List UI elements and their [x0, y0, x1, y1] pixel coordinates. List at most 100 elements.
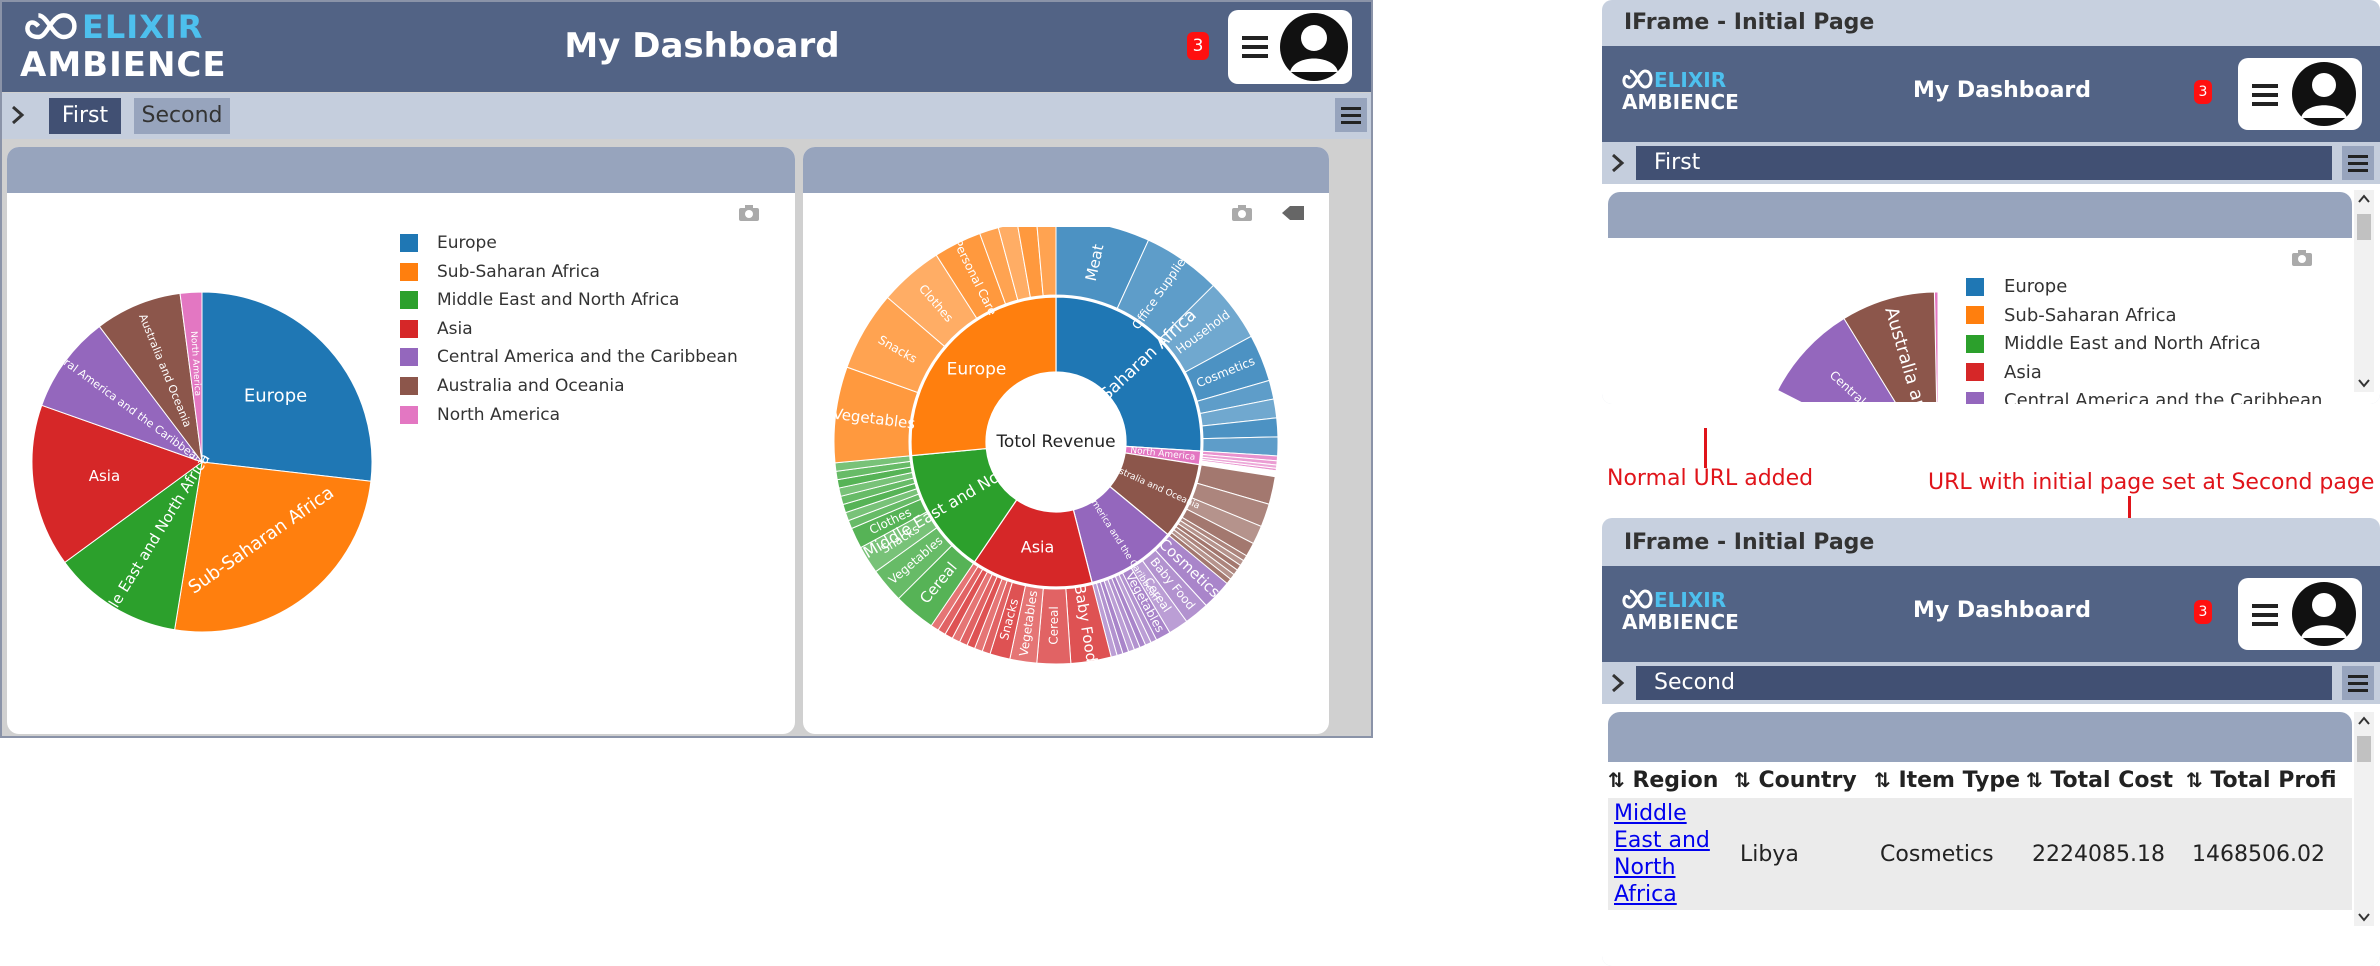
- main-dashboard-window: ELIXIR AMBIENCE My Dashboard 3 First Sec…: [0, 0, 1373, 738]
- sort-icon[interactable]: ⇅: [1734, 768, 1751, 792]
- legend-label: Middle East and North Africa: [2004, 333, 2261, 354]
- legend-item[interactable]: Europe: [400, 233, 497, 253]
- table-cell: Libya: [1740, 841, 1799, 867]
- table-cell: 1468506.02: [2192, 841, 2325, 867]
- legend-swatch: [400, 348, 418, 367]
- legend-item[interactable]: Asia: [1966, 362, 2042, 383]
- legend-swatch: [1966, 391, 1984, 404]
- legend-label: Middle East and North Africa: [437, 290, 680, 311]
- tab-second[interactable]: Second: [134, 98, 230, 134]
- tab-second[interactable]: Second: [1636, 666, 2332, 700]
- legend-label: Europe: [437, 233, 497, 253]
- pie-slice-label: Asia: [89, 467, 120, 485]
- legend-swatch: [400, 234, 418, 252]
- header-label: Region: [1632, 767, 1719, 793]
- chevron-right-icon[interactable]: [1608, 673, 1628, 693]
- iframe-window-second: IFrame - Initial Page ELIXIR AMBIENCE My…: [1602, 518, 2380, 966]
- hamburger-menu-icon[interactable]: [1335, 98, 1367, 132]
- user-menu[interactable]: [1228, 10, 1352, 84]
- camera-icon[interactable]: [737, 203, 761, 223]
- annotation-left: Normal URL added: [1607, 466, 1814, 491]
- tab-first[interactable]: First: [1636, 146, 2332, 180]
- legend-swatch: [1966, 277, 1984, 296]
- user-menu[interactable]: [2238, 578, 2362, 650]
- panel-header: [7, 147, 795, 193]
- column-header-country[interactable]: ⇅ Country: [1734, 762, 1874, 798]
- sort-icon[interactable]: ⇅: [2026, 768, 2043, 792]
- iframe-content: Australia andCentral Am Europe Sub-Sahara…: [1602, 184, 2380, 404]
- scrollbar-arrows-icon[interactable]: [2354, 190, 2374, 392]
- iframe-title: IFrame - Initial Page: [1624, 530, 1875, 555]
- infinity-logo-icon: [25, 13, 77, 40]
- table-panel: ⇅ Region ⇅ Country ⇅ Item Type ⇅ Total C…: [1608, 712, 2352, 928]
- sunburst-center-label: Totol Revenue: [995, 432, 1115, 452]
- iframe-header-bar: ELIXIR AMBIENCE My Dashboard 3: [1602, 46, 2380, 142]
- column-header-item-type[interactable]: ⇅ Item Type: [1874, 762, 2026, 798]
- legend-label: Central America and the Caribbean: [437, 347, 738, 368]
- legend-swatch: [400, 291, 418, 310]
- notification-badge[interactable]: 3: [1187, 32, 1209, 60]
- scrollbar[interactable]: [2354, 712, 2374, 926]
- legend-swatch: [1966, 306, 1984, 324]
- legend-item[interactable]: Asia: [400, 319, 473, 339]
- tab-first[interactable]: First: [49, 98, 121, 134]
- chevron-right-icon[interactable]: [8, 105, 28, 125]
- logo-text-line1: ELIXIR: [1654, 588, 1727, 612]
- iframe-header-bar: ELIXIR AMBIENCE My Dashboard 3: [1602, 566, 2380, 662]
- column-header-total-cost[interactable]: ⇅ Total Cost: [2026, 762, 2186, 798]
- hamburger-menu-icon[interactable]: [2342, 146, 2374, 180]
- reset-tag-icon[interactable]: [1280, 203, 1306, 223]
- notification-badge[interactable]: 3: [2194, 80, 2212, 104]
- column-header-total-profit[interactable]: ⇅ Total Profi: [2186, 762, 2352, 798]
- chevron-right-icon[interactable]: [1608, 153, 1628, 173]
- menu-icon[interactable]: [2238, 58, 2362, 130]
- scrollbar-arrows-icon[interactable]: [2354, 712, 2374, 926]
- legend-swatch: [1966, 334, 1984, 353]
- pie-slice[interactable]: [174, 461, 372, 633]
- hamburger-menu-icon[interactable]: [2342, 666, 2374, 700]
- tab-bar: Second: [1602, 662, 2380, 704]
- sort-icon[interactable]: ⇅: [1874, 768, 1891, 792]
- user-menu[interactable]: [2238, 58, 2362, 130]
- pie-chart-partial[interactable]: Australia andCentral Am: [1738, 272, 1938, 402]
- menu-icon[interactable]: [1228, 10, 1352, 84]
- infinity-logo-icon: [1622, 69, 1653, 89]
- region-link[interactable]: Middle East and North Africa: [1614, 801, 1710, 907]
- sort-icon[interactable]: ⇅: [1608, 768, 1625, 792]
- legend-label: Europe: [2004, 276, 2068, 297]
- legend-item[interactable]: North America: [400, 405, 560, 425]
- pie-chart[interactable]: EuropeSub-Saharan AfricaMiddle East and …: [27, 277, 387, 677]
- data-table: ⇅ Region ⇅ Country ⇅ Item Type ⇅ Total C…: [1608, 762, 2352, 910]
- page-title: My Dashboard: [1912, 78, 2092, 103]
- legend-item[interactable]: Sub-Saharan Africa: [400, 262, 600, 282]
- page-title: My Dashboard: [1912, 598, 2092, 623]
- legend-item[interactable]: Central America and the Caribbean: [400, 347, 738, 367]
- sunburst-outer-label: Cereal: [1046, 606, 1060, 645]
- legend-item[interactable]: Sub-Saharan Africa: [1966, 305, 2177, 326]
- logo-text-line2: AMBIENCE: [1622, 90, 1739, 114]
- menu-icon[interactable]: [2238, 578, 2362, 650]
- legend-label: Australia and Oceania: [437, 376, 625, 396]
- table-row: Middle East and North Africa Libya Cosme…: [1608, 798, 2352, 910]
- legend-label: Central America and the Caribbean: [2004, 390, 2323, 404]
- legend-item[interactable]: Europe: [1966, 276, 2067, 297]
- notification-badge[interactable]: 3: [2194, 600, 2212, 624]
- column-header-region[interactable]: ⇅ Region: [1608, 762, 1734, 798]
- camera-icon[interactable]: [1230, 203, 1254, 223]
- legend-item[interactable]: Middle East and North Africa: [400, 290, 679, 310]
- legend-swatch: [400, 319, 418, 338]
- pie-chart-panel: Europe Sub-Saharan Africa Middle East and …: [7, 147, 795, 734]
- sort-icon[interactable]: ⇅: [2186, 768, 2203, 792]
- legend-item[interactable]: Australia and Oceania: [400, 376, 625, 396]
- scrollbar[interactable]: [2354, 190, 2374, 392]
- camera-icon[interactable]: [2290, 248, 2314, 268]
- legend-label: North America: [437, 404, 561, 425]
- table-cell-region[interactable]: Middle East and North Africa: [1608, 798, 1734, 910]
- legend-label: Sub-Saharan Africa: [437, 261, 600, 282]
- legend-item[interactable]: Central America and the Caribbean: [1966, 390, 2322, 404]
- legend-label: Asia: [437, 318, 473, 339]
- sunburst-chart[interactable]: Meat Office SuppliesHouseholdCosmeticsSub…: [803, 227, 1329, 707]
- header-label: Item Type: [1898, 767, 2021, 793]
- panel-header: [803, 147, 1329, 193]
- legend-item[interactable]: Middle East and North Africa: [1966, 333, 2261, 354]
